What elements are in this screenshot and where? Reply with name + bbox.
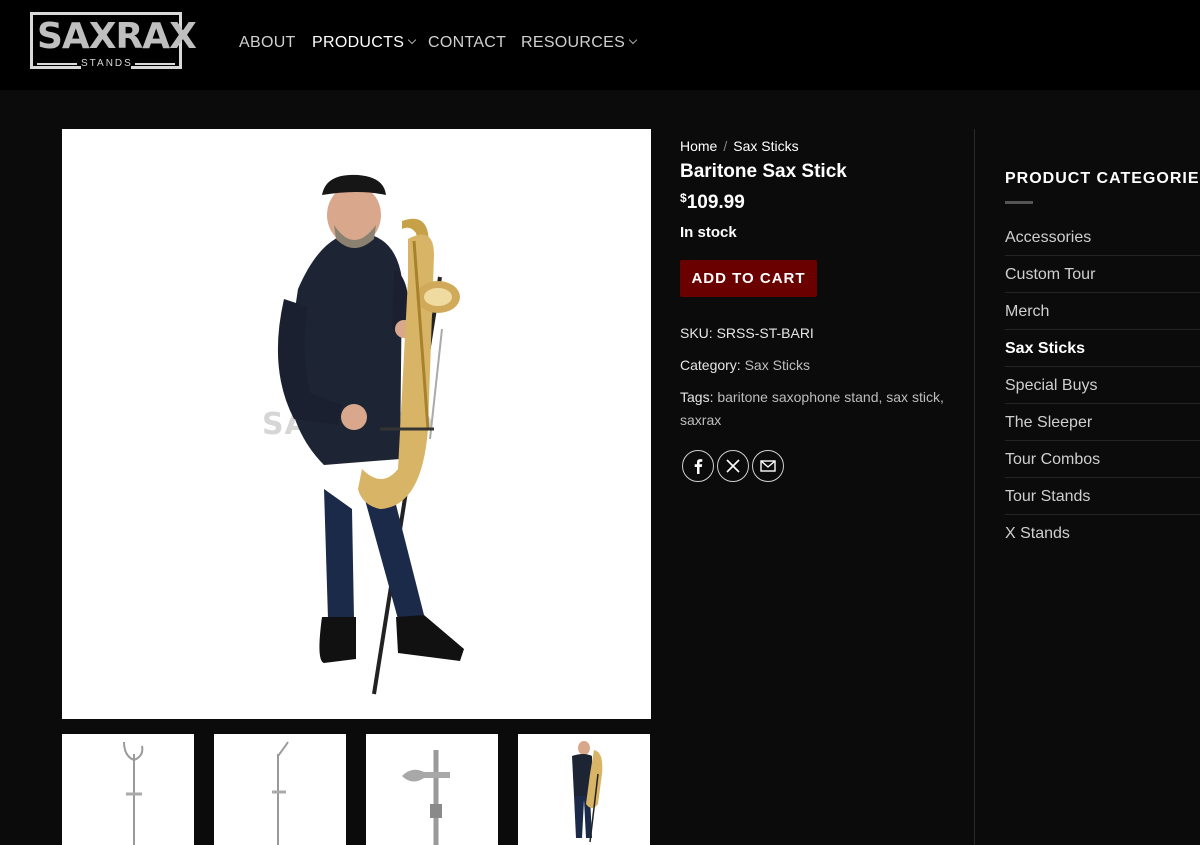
category-label: Category: <box>680 357 741 373</box>
share-x-button[interactable] <box>717 450 749 482</box>
logo-wordmark: SAXRAX <box>37 16 197 57</box>
category-item-custom-tour[interactable]: Custom Tour <box>1005 256 1200 293</box>
product-title: Baritone Sax Stick <box>680 161 847 182</box>
breadcrumb: Home / Sax Sticks <box>680 138 799 154</box>
share-email-button[interactable] <box>752 450 784 482</box>
nav-about[interactable]: ABOUT <box>239 33 296 53</box>
nav-contact[interactable]: CONTACT <box>428 33 506 53</box>
sidebar-title-underline <box>1005 201 1033 204</box>
nav-resources[interactable]: RESOURCES <box>521 33 638 53</box>
breadcrumb-home[interactable]: Home <box>680 138 717 154</box>
nav-resources-label: RESOURCES <box>521 34 626 51</box>
musician-with-baritone-sax-image <box>277 174 464 695</box>
product-tags: Tags: baritone saxophone stand, sax stic… <box>680 389 944 405</box>
tags-links[interactable]: baritone saxophone stand, sax stick, <box>717 389 943 405</box>
stand-thumbnail-image <box>123 741 144 845</box>
gallery-thumbnail[interactable] <box>214 734 346 845</box>
price-amount: 109.99 <box>686 192 745 213</box>
site-header: SAXRAX STANDS ABOUT PRODUCTS CONTACT RES… <box>0 0 1200 90</box>
sidebar-title: PRODUCT CATEGORIES <box>1005 170 1200 187</box>
logo-rule-left <box>37 63 77 65</box>
nav-contact-label: CONTACT <box>428 34 507 51</box>
product-main-image[interactable]: SAXRAX® <box>62 129 651 719</box>
price-currency: $ <box>680 191 687 205</box>
category-item-the-sleeper[interactable]: The Sleeper <box>1005 404 1200 441</box>
sidebar-divider <box>974 129 975 845</box>
category-item-merch[interactable]: Merch <box>1005 293 1200 330</box>
chevron-down-icon <box>407 35 417 45</box>
site-logo[interactable]: SAXRAX STANDS <box>30 12 197 71</box>
envelope-icon <box>760 460 776 472</box>
logo-rule-right <box>135 63 175 65</box>
nav-products-label: PRODUCTS <box>312 34 405 51</box>
product-tags-cont: saxrax <box>680 412 721 428</box>
add-to-cart-button[interactable]: ADD TO CART <box>680 260 817 297</box>
share-facebook-button[interactable] <box>682 450 714 482</box>
x-twitter-icon <box>726 459 740 473</box>
stand-clamp-thumbnail-image <box>402 750 450 845</box>
gallery-thumbnail[interactable] <box>62 734 194 845</box>
stand-thumbnail-image <box>272 741 289 845</box>
category-item-tour-combos[interactable]: Tour Combos <box>1005 441 1200 478</box>
logo-subtitle: STANDS <box>81 57 133 71</box>
product-category: Category: Sax Sticks <box>680 357 810 373</box>
tag-link-saxrax[interactable]: saxrax <box>680 412 721 428</box>
product-sku: SKU: SRSS-ST-BARI <box>680 325 814 341</box>
stock-status: In stock <box>680 224 737 241</box>
nav-about-label: ABOUT <box>239 34 296 51</box>
category-item-tour-stands[interactable]: Tour Stands <box>1005 478 1200 515</box>
category-item-sax-sticks[interactable]: Sax Sticks <box>1005 330 1200 367</box>
tags-label: Tags: <box>680 389 714 405</box>
breadcrumb-separator: / <box>723 138 728 154</box>
facebook-icon <box>694 459 703 474</box>
category-link[interactable]: Sax Sticks <box>745 357 810 373</box>
category-item-accessories[interactable]: Accessories <box>1005 219 1200 256</box>
product-price: $109.99 <box>680 191 745 214</box>
category-item-special-buys[interactable]: Special Buys <box>1005 367 1200 404</box>
gallery-thumbnail[interactable] <box>366 734 498 845</box>
musician-thumbnail-image <box>572 741 603 843</box>
sku-label: SKU: <box>680 325 713 341</box>
gallery-thumbnail-active[interactable] <box>518 734 650 845</box>
breadcrumb-category[interactable]: Sax Sticks <box>733 138 798 154</box>
chevron-down-icon <box>628 35 638 45</box>
category-item-x-stands[interactable]: X Stands <box>1005 515 1200 552</box>
nav-products[interactable]: PRODUCTS <box>312 33 417 53</box>
sku-value: SRSS-ST-BARI <box>716 325 814 341</box>
